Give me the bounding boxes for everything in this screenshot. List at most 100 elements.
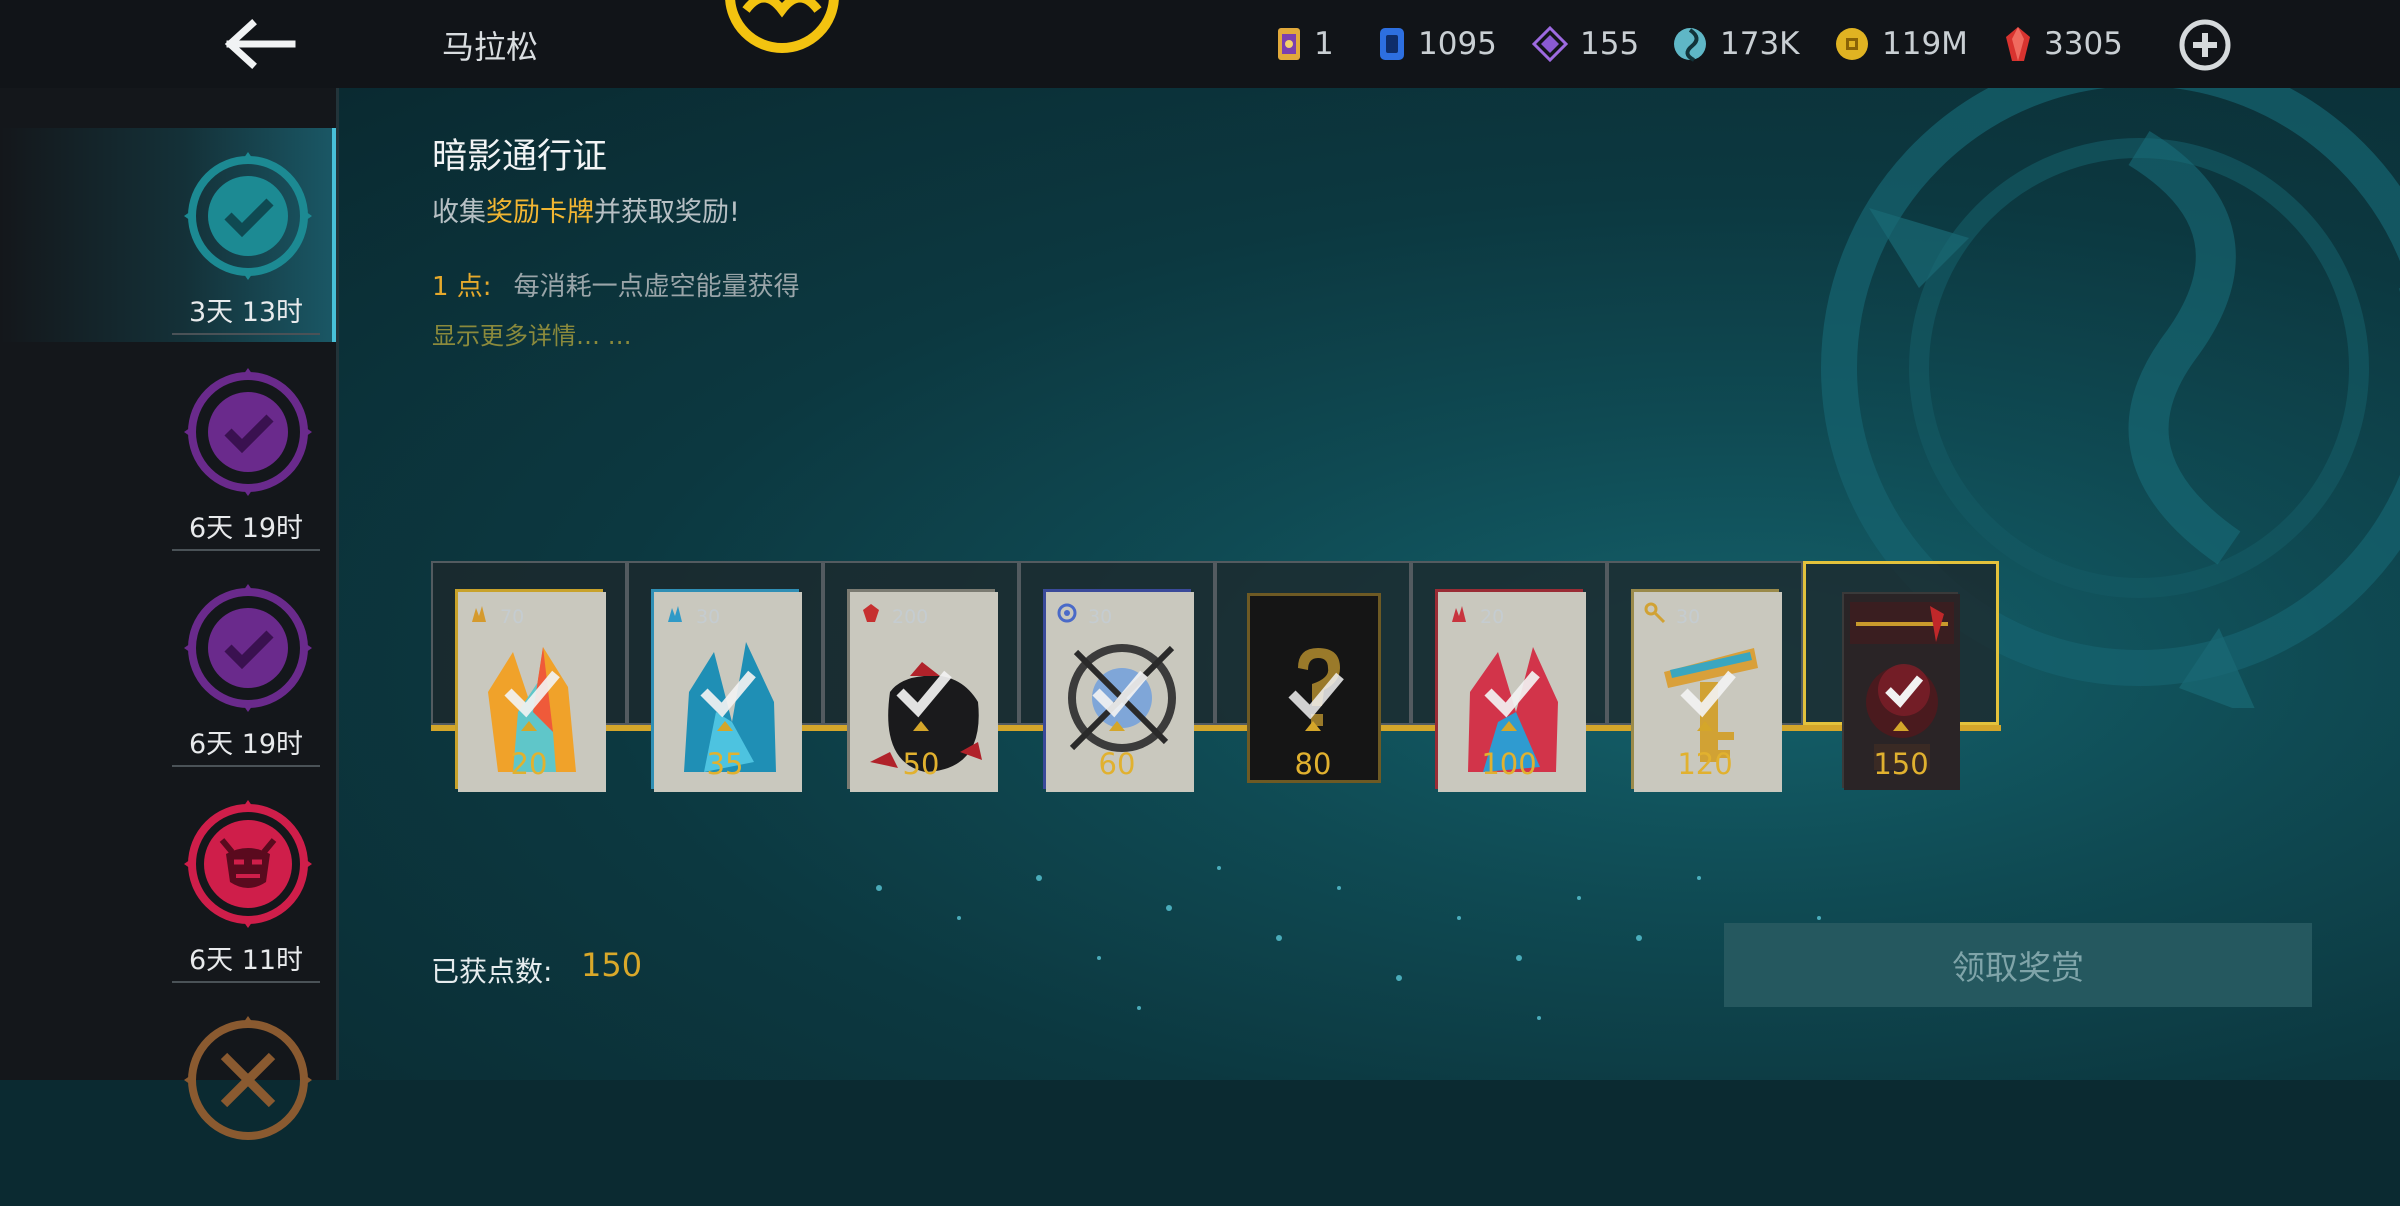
purple-diamond-icon xyxy=(1532,26,1568,62)
check-icon xyxy=(504,670,560,718)
milestone-marker xyxy=(1305,721,1321,731)
blue-card-icon xyxy=(1380,28,1404,60)
currency-value: 155 xyxy=(1580,26,1640,62)
milestone-label: 20 xyxy=(510,747,548,781)
currency-value: 119M xyxy=(1882,26,1968,62)
event-sidebar: 3天 13时 6天 19时 6天 19时 6天 11时 xyxy=(0,88,339,1140)
sidebar-item-event-4[interactable]: 6天 11时 xyxy=(0,776,336,990)
sidebar-item-time: 6天 19时 xyxy=(188,513,304,544)
milestone-marker xyxy=(1697,721,1713,731)
currency-value: 3305 xyxy=(2044,26,2123,62)
currency-value: 1095 xyxy=(1418,26,1497,62)
milestone-label: 80 xyxy=(1294,747,1332,781)
reward-count: 30 xyxy=(1676,606,1701,628)
subtitle-suffix: 并获取奖励! xyxy=(594,197,740,228)
sidebar-item-time: 3天 13时 xyxy=(188,297,304,328)
sidebar-item-shadow-pass[interactable]: 3天 13时 xyxy=(0,128,336,342)
red-demon-badge-icon xyxy=(184,800,312,928)
pass-subtitle: 收集奖励卡牌并获取奖励! xyxy=(432,190,740,229)
reward-slot[interactable]: 70 xyxy=(431,561,627,792)
reward-slot[interactable]: 200 xyxy=(823,561,1019,792)
purple-check-badge-icon xyxy=(184,368,312,496)
reward-count: 30 xyxy=(1088,606,1113,628)
milestone-label: 120 xyxy=(1677,747,1733,781)
reward-slot[interactable]: 30 xyxy=(1019,561,1215,792)
points-label: 已获点数: xyxy=(431,955,553,988)
add-currency-button[interactable] xyxy=(2178,18,2232,72)
reward-slot[interactable] xyxy=(1215,561,1411,783)
show-more-details-link[interactable]: 显示更多详情… … xyxy=(432,316,632,351)
check-icon xyxy=(1484,670,1540,718)
milestone-marker xyxy=(1893,721,1909,731)
milestone-label: 60 xyxy=(1098,747,1136,781)
reward-count: 30 xyxy=(696,606,721,628)
reward-count: 200 xyxy=(892,606,929,628)
sidebar-item-time: 6天 19时 xyxy=(188,729,304,760)
bronze-swords-badge-icon xyxy=(184,1016,312,1140)
pass-title: 暗影通行证 xyxy=(432,137,608,177)
currency-gems: 3305 xyxy=(2004,22,2123,66)
check-icon xyxy=(896,670,952,718)
red-gem-icon xyxy=(2006,27,2030,61)
teal-orb-icon xyxy=(1674,28,1706,62)
check-icon xyxy=(1288,672,1344,720)
milestone-marker xyxy=(717,721,733,731)
small-key-icon xyxy=(1644,602,1666,624)
currency-pass-tickets: 1 xyxy=(1276,22,1334,66)
reward-slot[interactable]: 30 xyxy=(627,561,823,792)
milestone-label: 100 xyxy=(1481,747,1537,781)
divider xyxy=(172,981,320,983)
sidebar-item-event-3[interactable]: 6天 19时 xyxy=(0,560,336,774)
rule-points: 1 点: xyxy=(432,272,492,302)
reward-track: 70 30 200 30 20 30 20 35 50 60 80 100 12… xyxy=(431,561,2001,821)
currency-value: 1 xyxy=(1314,26,1334,62)
milestone-label: 35 xyxy=(706,747,744,781)
milestone-label: 150 xyxy=(1873,747,1929,781)
rule-text: 每消耗一点虚空能量获得 xyxy=(513,272,800,302)
sidebar-item-event-5[interactable] xyxy=(0,992,336,1206)
small-orb-icon xyxy=(1057,603,1077,623)
milestone-marker xyxy=(521,721,537,731)
currency-gold: 119M xyxy=(1834,22,1968,66)
subtitle-prefix: 收集 xyxy=(432,197,486,228)
gold-coin-icon xyxy=(1836,28,1868,60)
milestone-label: 50 xyxy=(902,747,940,781)
reward-count: 20 xyxy=(1480,606,1505,628)
plus-circle-icon xyxy=(2179,19,2231,71)
small-gem-icon xyxy=(863,604,879,622)
currency-cards: 1095 xyxy=(1378,22,1497,66)
small-crystal-icon xyxy=(1452,606,1466,622)
reward-slot[interactable]: 20 xyxy=(1411,561,1607,792)
divider xyxy=(172,549,320,551)
pass-panel: 暗影通行证 收集奖励卡牌并获取奖励! 1 点: 每消耗一点虚空能量获得 显示更多详… xyxy=(339,88,2400,1080)
points-rule: 1 点: 每消耗一点虚空能量获得 xyxy=(432,266,800,303)
reward-slot-selected[interactable] xyxy=(1803,561,1999,790)
small-crystal-icon xyxy=(472,606,486,622)
sidebar-item-time: 6天 11时 xyxy=(188,945,304,976)
divider xyxy=(172,765,320,767)
top-bar: 马拉松 1 1095 155 173K 119M 3305 xyxy=(0,0,2400,88)
teal-check-badge-icon xyxy=(184,152,312,280)
check-icon xyxy=(1092,670,1148,718)
milestone-marker xyxy=(1501,721,1517,731)
small-crystal-icon xyxy=(668,606,682,622)
currency-void-shards: 155 xyxy=(1532,22,1639,66)
reward-slot[interactable]: 30 xyxy=(1607,561,1803,792)
check-icon xyxy=(700,670,756,718)
milestone-marker xyxy=(1109,721,1125,731)
page-title: 马拉松 xyxy=(442,28,539,66)
currency-value: 173K xyxy=(1720,26,1800,62)
claim-rewards-button[interactable]: 领取奖赏 xyxy=(1724,923,2312,1007)
milestone-marker xyxy=(913,721,929,731)
subtitle-highlight: 奖励卡牌 xyxy=(486,197,594,228)
purple-check-badge-icon xyxy=(184,584,312,712)
sidebar-item-event-2[interactable]: 6天 19时 xyxy=(0,344,336,558)
check-badge-icon xyxy=(1878,664,1930,716)
divider xyxy=(172,333,320,335)
event-emblem-icon xyxy=(725,0,839,53)
arrow-left-icon xyxy=(224,19,296,69)
reward-count: 70 xyxy=(500,606,525,628)
points-value: 150 xyxy=(581,946,643,984)
currency-energy: 173K xyxy=(1672,22,1800,66)
back-button[interactable] xyxy=(222,18,298,70)
